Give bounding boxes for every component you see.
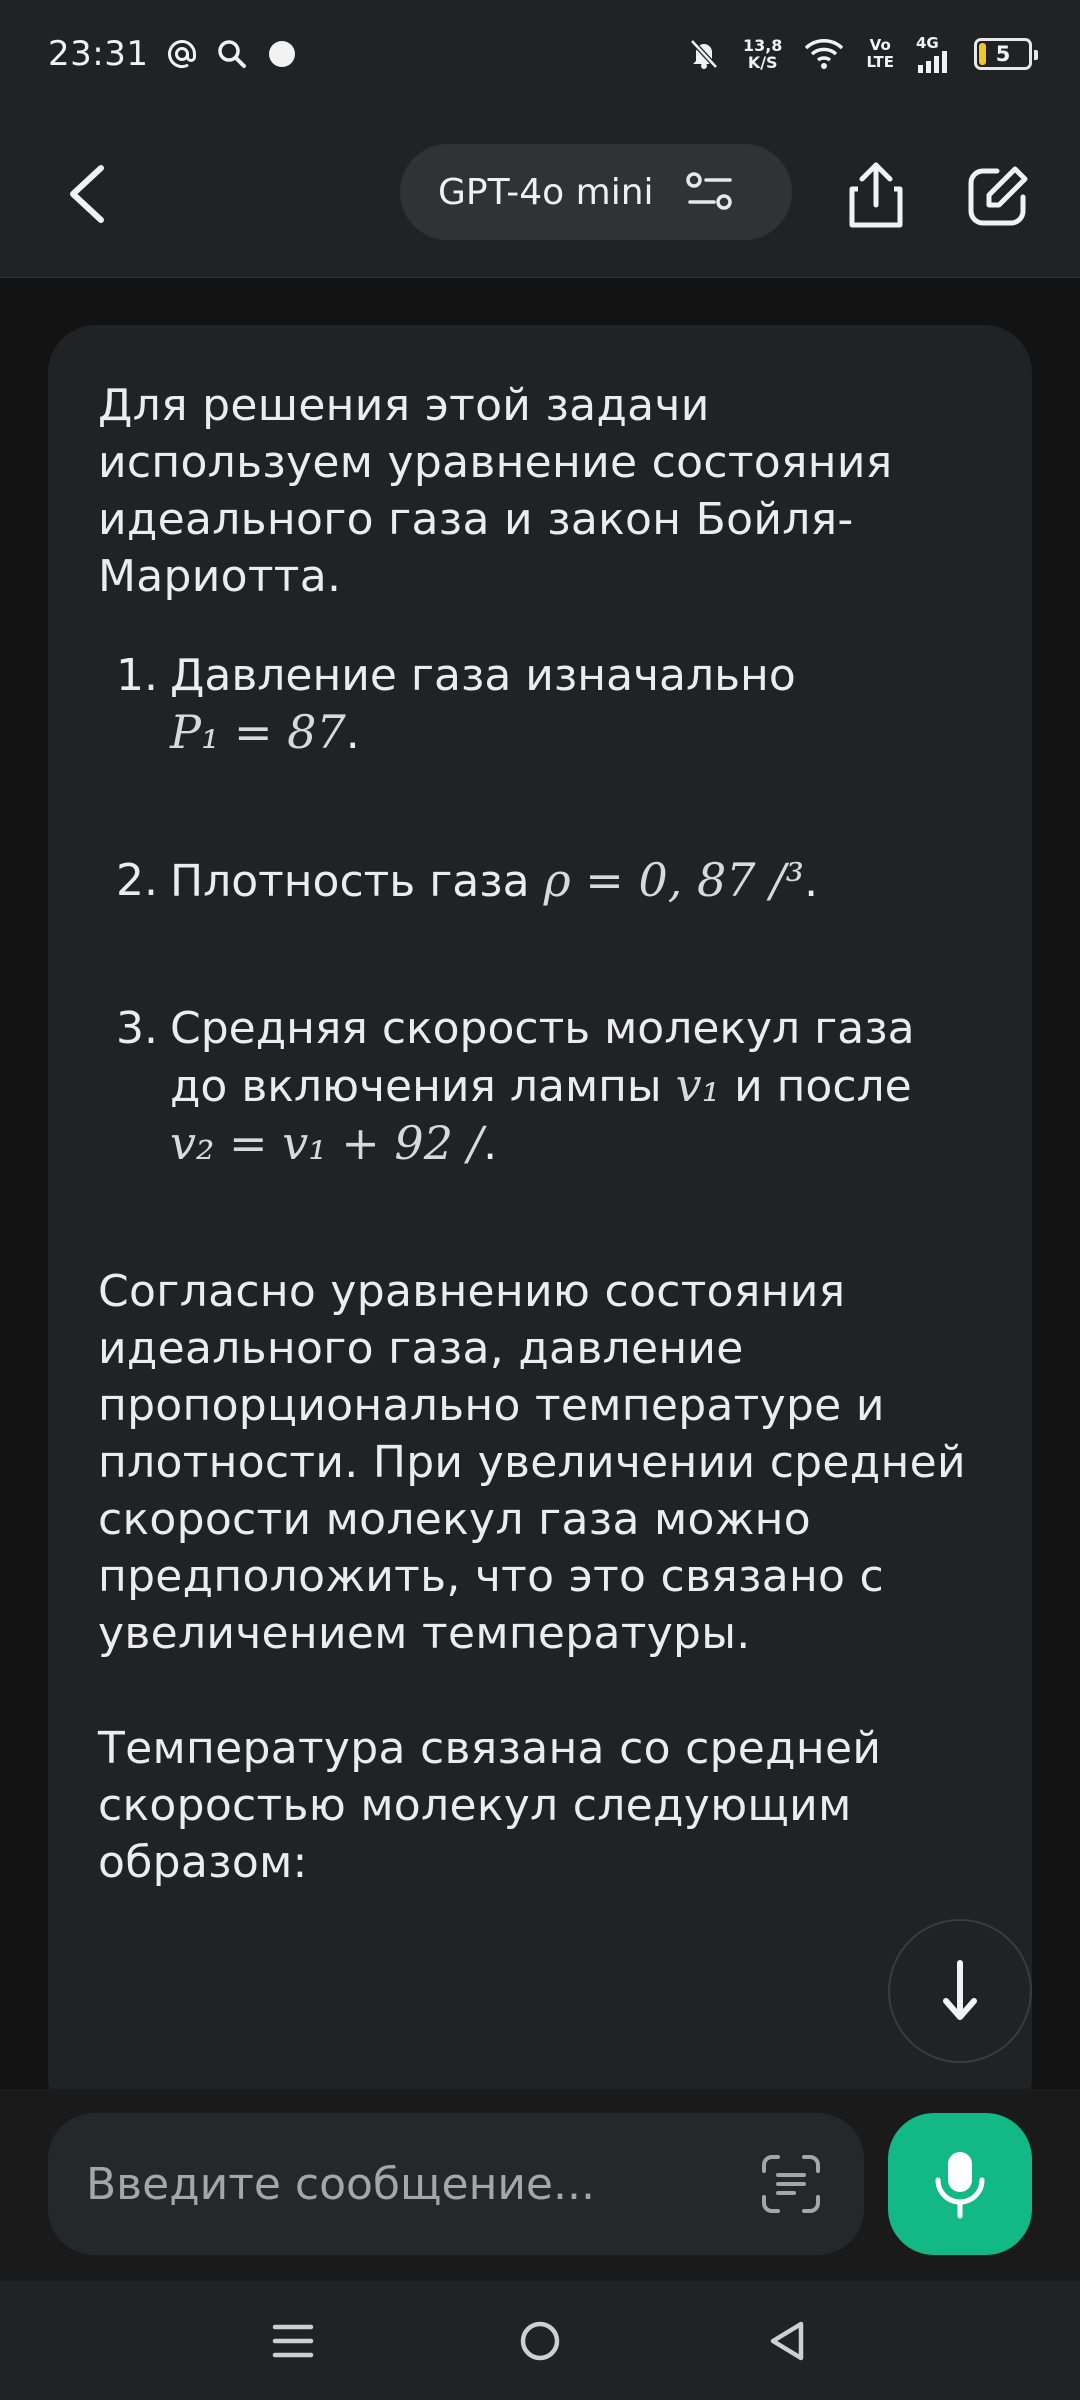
math-formula: P₁ = 87 bbox=[170, 705, 346, 759]
menu-icon bbox=[273, 2324, 314, 2357]
notification-dot-icon bbox=[266, 38, 298, 70]
nav-home-button[interactable] bbox=[500, 2301, 580, 2381]
scroll-down-button[interactable] bbox=[888, 1919, 1032, 2063]
list-item: 1. Давление газа изначально P₁ = 87. bbox=[98, 647, 982, 762]
volte-bottom: LTE bbox=[866, 53, 894, 71]
math-formula: ρ = 0, 87 /³ bbox=[543, 853, 805, 907]
list-text-body: и после bbox=[720, 1061, 912, 1112]
list-suffix: . bbox=[804, 856, 819, 907]
nav-back-button[interactable] bbox=[747, 2301, 827, 2381]
network-type: 4G bbox=[916, 33, 939, 52]
message-input-placeholder: Введите сообщение... bbox=[86, 2158, 595, 2210]
search-icon bbox=[216, 38, 248, 70]
arrow-down-icon bbox=[943, 1960, 977, 2020]
share-button[interactable] bbox=[836, 156, 916, 236]
math-formula: v₁ bbox=[675, 1058, 721, 1112]
back-button[interactable] bbox=[52, 154, 122, 234]
bell-muted-icon bbox=[687, 37, 721, 71]
voice-input-button[interactable] bbox=[888, 2113, 1032, 2255]
nav-menu-button[interactable] bbox=[253, 2301, 333, 2381]
net-speed: 13,8 K/S bbox=[743, 37, 782, 71]
app-header: GPT-4o mini bbox=[0, 108, 1080, 278]
list-item: 2. Плотность газа ρ = 0, 87 /³. bbox=[98, 852, 982, 910]
list-text-body: Плотность газа bbox=[170, 856, 544, 907]
list-item: 3. Средняя скорость молекул газа до вклю… bbox=[98, 1000, 982, 1173]
model-name: GPT-4o mini bbox=[438, 171, 654, 213]
wifi-icon bbox=[804, 38, 844, 70]
signal-icon: 4G bbox=[916, 33, 952, 73]
math-formula: v₂ = v₁ + 92 / bbox=[170, 1116, 484, 1170]
text-scan-icon[interactable] bbox=[756, 2149, 826, 2219]
at-sign-icon bbox=[166, 38, 198, 70]
status-bar: 23:31 13,8 K/S Vo LTE 4G 5 bbox=[0, 0, 1080, 108]
status-right: 13,8 K/S Vo LTE 4G 5 bbox=[687, 33, 1038, 73]
message-paragraph: Температура связана со средней скоростью… bbox=[98, 1723, 882, 1888]
system-navigation-bar bbox=[0, 2281, 1080, 2400]
list-number: 3. bbox=[116, 1003, 158, 1054]
net-speed-unit: K/S bbox=[747, 53, 778, 72]
message-paragraph: Согласно уравнению состояния идеального … bbox=[98, 1266, 966, 1659]
edit-icon bbox=[968, 166, 1028, 226]
message-input[interactable]: Введите сообщение... bbox=[48, 2113, 864, 2255]
list-number: 1. bbox=[116, 650, 158, 701]
volte-indicator: Vo LTE bbox=[866, 37, 894, 71]
battery-icon: 5 bbox=[974, 38, 1038, 70]
chat-area[interactable]: Для решения этой задачи используем уравн… bbox=[0, 279, 1080, 2089]
status-left: 23:31 bbox=[48, 34, 298, 74]
battery-fill bbox=[979, 43, 986, 65]
list-text: Средняя скорость молекул газа до включен… bbox=[170, 1000, 982, 1173]
list-text-body: Давление газа изначально bbox=[170, 650, 796, 701]
model-selector-button[interactable]: GPT-4o mini bbox=[400, 144, 792, 240]
status-time: 23:31 bbox=[48, 34, 149, 74]
microphone-icon bbox=[935, 2152, 985, 2219]
message-list: 1. Давление газа изначально P₁ = 87. 2. … bbox=[98, 647, 982, 1173]
assistant-message: Для решения этой задачи используем уравн… bbox=[48, 325, 1032, 2089]
net-speed-value: 13,8 bbox=[742, 36, 783, 55]
share-icon bbox=[849, 162, 903, 228]
composer: Введите сообщение... bbox=[0, 2089, 1080, 2281]
list-suffix: . bbox=[483, 1119, 498, 1170]
list-suffix: . bbox=[345, 708, 360, 759]
home-circle-icon bbox=[520, 2321, 560, 2360]
chevron-left-icon bbox=[70, 165, 104, 223]
list-number: 2. bbox=[116, 855, 158, 906]
message-intro: Для решения этой задачи используем уравн… bbox=[98, 380, 893, 602]
battery-level: 5 bbox=[995, 42, 1011, 66]
back-triangle-icon bbox=[770, 2321, 803, 2360]
list-text: Плотность газа ρ = 0, 87 /³. bbox=[170, 852, 818, 910]
volte-top: Vo bbox=[869, 36, 891, 54]
list-text: Давление газа изначально P₁ = 87. bbox=[170, 647, 796, 762]
new-chat-button[interactable] bbox=[958, 156, 1038, 236]
settings-sliders-icon bbox=[685, 172, 732, 210]
